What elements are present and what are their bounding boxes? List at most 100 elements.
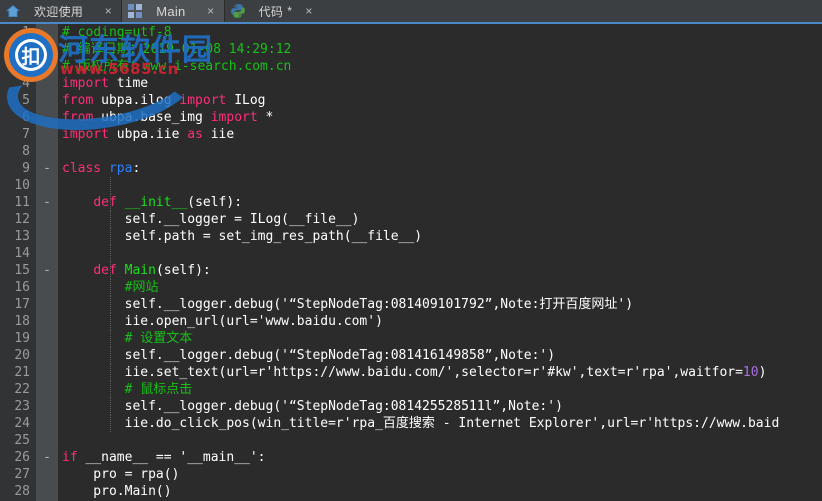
code-token: import (210, 110, 258, 125)
code-text: class rpa: (62, 160, 140, 177)
code-text: import time (62, 75, 148, 92)
code-line[interactable]: 11- def __init__(self): (0, 194, 822, 211)
indent-guide (110, 177, 111, 194)
line-number: 6 (22, 110, 30, 125)
code-line[interactable]: 24 iie.do_click_pos(win_title=r'rpa_百度搜索… (0, 415, 822, 432)
code-token: import (179, 93, 227, 108)
code-text: # 编译日期：2019-01-08 14:29:12 (62, 41, 291, 58)
code-text: iie.open_url(url='www.baidu.com') (62, 313, 383, 330)
line-number: 18 (14, 314, 30, 329)
code-token: __name__ == '__main__': (77, 450, 266, 465)
code-line[interactable]: 6 from ubpa.base_img import * (0, 109, 822, 126)
code-token: (self): (187, 195, 243, 210)
home-icon (4, 2, 22, 20)
code-token: time (108, 76, 149, 91)
code-line[interactable]: 2 # 编译日期：2019-01-08 14:29:12 (0, 41, 822, 58)
code-line[interactable]: 12 self.__logger = ILog(__file__) (0, 211, 822, 228)
line-number: 3 (22, 59, 30, 74)
code-line[interactable]: 19 # 设置文本 (0, 330, 822, 347)
code-text: # 版权所有：www.i-search.com.cn (62, 58, 291, 75)
line-number: 23 (14, 399, 30, 414)
code-token: (self): (155, 263, 211, 278)
close-icon[interactable]: × (302, 4, 316, 18)
code-line[interactable]: 1 # coding=utf-8 (0, 24, 822, 41)
tab-main[interactable]: Main × (122, 0, 224, 22)
code-line[interactable]: 16 #网站 (0, 279, 822, 296)
line-number: 2 (22, 42, 30, 57)
code-text: self.__logger.debug('“StepNodeTag:081425… (62, 398, 563, 415)
line-number: 27 (14, 467, 30, 482)
code-line[interactable]: 28 pro.Main() (0, 483, 822, 500)
code-line[interactable]: 27 pro = rpa() (0, 466, 822, 483)
code-line[interactable]: 10 (0, 177, 822, 194)
code-line[interactable]: 22 # 鼠标点击 (0, 381, 822, 398)
code-token: from (62, 110, 94, 125)
line-number: 10 (14, 178, 30, 193)
code-line[interactable]: 7 import ubpa.iie as iie (0, 126, 822, 143)
code-token: import (62, 76, 109, 91)
code-text: def __init__(self): (62, 194, 242, 211)
code-text: self.__logger = ILog(__file__) (62, 211, 360, 228)
line-number: 11 (14, 195, 30, 210)
code-text: def Main(self): (62, 262, 211, 279)
code-line[interactable]: 18 iie.open_url(url='www.baidu.com') (0, 313, 822, 330)
code-line[interactable]: 13 self.path = set_img_res_path(__file__… (0, 228, 822, 245)
code-line[interactable]: 15- def Main(self): (0, 262, 822, 279)
fold-toggle-icon[interactable]: - (39, 262, 55, 279)
code-token: pro = rpa() (62, 467, 180, 482)
code-token: # 编译日期：2019-01-08 14:29:12 (62, 42, 292, 57)
code-line[interactable]: 3 # 版权所有：www.i-search.com.cn (0, 58, 822, 75)
code-token: ubpa.base_img (93, 110, 211, 125)
code-token: iie.set_text(url=r'https://www.baidu.com… (62, 365, 743, 380)
close-icon[interactable]: × (101, 4, 115, 18)
code-token: # 设置文本 (124, 331, 193, 346)
code-token: def (93, 263, 117, 278)
code-line[interactable]: 4 import time (0, 75, 822, 92)
fold-toggle-icon[interactable]: - (39, 194, 55, 211)
python-icon (229, 2, 247, 20)
code-token: iie.do_click_pos(win_title=r'rpa_百度搜索 - … (62, 416, 780, 431)
code-text: import ubpa.iie as iie (62, 126, 234, 143)
line-number: 14 (14, 246, 30, 261)
code-line[interactable]: 9- class rpa: (0, 160, 822, 177)
code-text: from ubpa.ilog import ILog (62, 92, 266, 109)
code-token: Main (124, 263, 156, 278)
code-text: from ubpa.base_img import * (62, 109, 273, 126)
fold-toggle-icon[interactable]: - (39, 160, 55, 177)
code-line[interactable]: 14 (0, 245, 822, 262)
close-icon[interactable]: × (204, 4, 218, 18)
code-line[interactable]: 8 (0, 143, 822, 160)
line-number: 13 (14, 229, 30, 244)
tab-welcome[interactable]: 欢迎使用 × (0, 0, 122, 22)
code-token: pro.Main() (62, 484, 172, 499)
code-token: class (62, 161, 102, 176)
indent-guide (110, 245, 111, 262)
tab-main-label: Main (156, 3, 186, 19)
line-number: 17 (14, 297, 30, 312)
tab-code[interactable]: 代码 * × (224, 0, 322, 22)
code-text: self.__logger.debug('“StepNodeTag:081416… (62, 347, 555, 364)
code-line[interactable]: 21 iie.set_text(url=r'https://www.baidu.… (0, 364, 822, 381)
code-line[interactable]: 20 self.__logger.debug('“StepNodeTag:081… (0, 347, 822, 364)
code-token: as (187, 127, 203, 142)
code-line[interactable]: 23 self.__logger.debug('“StepNodeTag:081… (0, 398, 822, 415)
code-line[interactable]: 17 self.__logger.debug('“StepNodeTag:081… (0, 296, 822, 313)
code-editor[interactable]: 1 # coding=utf-8 2 # 编译日期：2019-01-08 14:29:… (0, 24, 822, 501)
code-token: self.__logger.debug('“StepNodeTag:081425… (62, 399, 563, 414)
code-token: # 鼠标点击 (124, 382, 193, 397)
fold-toggle-icon[interactable]: - (39, 449, 55, 466)
line-number: 24 (14, 416, 30, 431)
code-token: self.path = set_img_res_path(__file__) (62, 229, 423, 244)
code-lines: 1 # coding=utf-8 2 # 编译日期：2019-01-08 14:29:… (0, 24, 822, 500)
tab-bar-filler (321, 0, 822, 22)
code-line[interactable]: 25 (0, 432, 822, 449)
code-line[interactable]: 5 from ubpa.ilog import ILog (0, 92, 822, 109)
code-line[interactable]: 26- if __name__ == '__main__': (0, 449, 822, 466)
line-number: 26 (14, 450, 30, 465)
code-token: self.__logger.debug('“StepNodeTag:081416… (62, 348, 556, 363)
